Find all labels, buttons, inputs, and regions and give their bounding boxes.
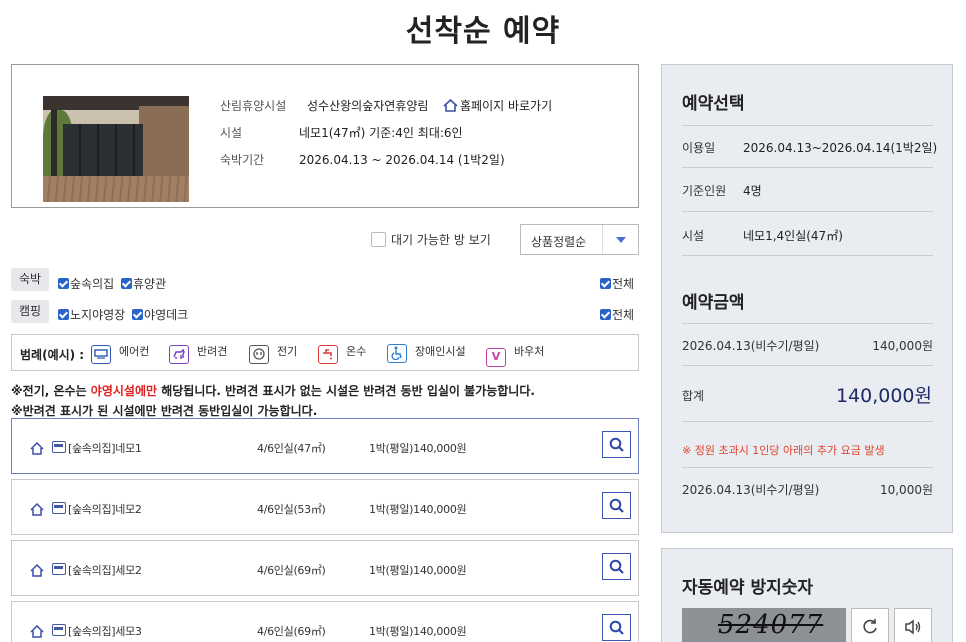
facility-info-box: 산림휴양시설 성수산왕의숲자연휴양림 홈페이지 바로가기 시설 네모1(47㎡)…: [11, 64, 639, 208]
checkbox-checked-icon[interactable]: [600, 309, 611, 320]
label-facility: 시설: [220, 126, 243, 140]
dog-icon: [169, 345, 189, 364]
speaker-icon: [905, 619, 921, 635]
waitlist-label: 대기 가능한 방 보기: [391, 233, 491, 247]
facility-value: 네모1(47㎡) 기준:4인 최대:6인: [299, 126, 463, 140]
home-icon: [30, 564, 44, 577]
plug-icon: [249, 345, 269, 364]
room-name: [숲속의집]네모1: [68, 442, 142, 455]
camp-option-field[interactable]: 노지야영장: [58, 308, 125, 322]
aircon-icon: [91, 345, 111, 364]
amount-title: 예약금액: [682, 293, 745, 313]
room-capacity: 4/6인실(47㎡): [257, 442, 326, 455]
search-icon: [609, 559, 624, 574]
search-icon: [609, 498, 624, 513]
home-icon: [443, 99, 458, 112]
camp-select-all[interactable]: 전체: [600, 306, 634, 323]
captcha-panel: 자동예약 방지숫자 524077: [661, 548, 953, 642]
waitlist-toggle[interactable]: 대기 가능한 방 보기: [371, 231, 491, 248]
stay-options: 숲속의집 휴양관: [58, 275, 169, 292]
checkbox-checked-icon[interactable]: [132, 309, 144, 320]
room-detail-button[interactable]: [602, 431, 631, 458]
room-detail-button[interactable]: [602, 614, 631, 641]
room-detail-button[interactable]: [602, 492, 631, 519]
sort-select[interactable]: 상품정렬순: [520, 224, 639, 255]
legend-item-plug: 전기: [249, 343, 297, 364]
legend-item-aircon: 에어컨: [91, 343, 149, 364]
chevron-down-icon: [616, 237, 626, 243]
captcha-audio-button[interactable]: [894, 608, 932, 642]
home-icon: [30, 625, 44, 638]
stay-select-all[interactable]: 전체: [600, 275, 634, 292]
sort-dropdown-button[interactable]: [602, 225, 638, 254]
reservation-summary-panel: 예약선택 이용일 2026.04.13~2026.04.14(1박2일) 기준인원…: [661, 64, 953, 533]
checkbox-checked-icon[interactable]: [121, 278, 132, 289]
camp-option-deck[interactable]: 야영데크: [132, 308, 188, 322]
room-row[interactable]: [숲속의집]네모2 4/6인실(53㎡) 1박(평일)140,000원: [11, 479, 639, 535]
summary-title: 예약선택: [682, 94, 745, 114]
stay-option-forest-house[interactable]: 숲속의집: [58, 277, 114, 291]
category-camp-tag: 캠핑: [11, 300, 49, 323]
room-capacity: 4/6인실(53㎡): [257, 503, 326, 516]
room-name: [숲속의집]세모2: [68, 564, 142, 577]
bed-icon: [52, 563, 66, 575]
room-detail-button[interactable]: [602, 553, 631, 580]
room-price: 1박(평일)140,000원: [369, 442, 467, 455]
waitlist-checkbox[interactable]: [371, 232, 386, 247]
legend-item-voucher: V 바우처: [486, 343, 544, 367]
captcha-refresh-button[interactable]: [851, 608, 889, 642]
room-capacity: 4/6인실(69㎡): [257, 625, 326, 638]
legend-item-dog: 반려견: [169, 343, 227, 364]
home-icon: [30, 442, 44, 455]
room-row[interactable]: [숲속의집]세모2 4/6인실(69㎡) 1박(평일)140,000원: [11, 540, 639, 596]
search-icon: [609, 437, 624, 452]
label-period: 숙박기간: [220, 153, 265, 167]
page-title: 선착순 예약: [405, 14, 561, 49]
refresh-icon: [863, 619, 877, 634]
checkbox-checked-icon[interactable]: [600, 278, 611, 289]
bed-icon: [52, 441, 66, 453]
room-row[interactable]: [숲속의집]네모1 4/6인실(47㎡) 1박(평일)140,000원: [11, 418, 639, 474]
forest-name: 성수산왕의숲자연휴양림: [307, 99, 429, 113]
bed-icon: [52, 502, 66, 514]
search-icon: [609, 620, 624, 635]
legend-item-accessible: 장애인시설: [387, 343, 466, 363]
category-stay-tag: 숙박: [11, 268, 49, 291]
total-amount: 140,000원: [835, 385, 932, 407]
homepage-link[interactable]: 홈페이지 바로가기: [443, 97, 552, 114]
label-forest: 산림휴양시설: [220, 99, 287, 113]
sort-select-value: 상품정렬순: [531, 235, 587, 249]
camp-options: 노지야영장 야영데크: [58, 306, 191, 323]
bed-icon: [52, 624, 66, 636]
voucher-icon: V: [486, 348, 506, 367]
captcha-code: 524077: [718, 610, 824, 640]
extra-fee-notice: ※ 정원 초과시 1인당 아래의 추가 요금 발생: [682, 444, 885, 457]
stay-option-lodge[interactable]: 휴양관: [121, 277, 166, 291]
room-name: [숲속의집]세모3: [68, 625, 142, 638]
legend-item-hotwater: 온수: [318, 343, 366, 364]
home-icon: [30, 503, 44, 516]
room-price: 1박(평일)140,000원: [369, 625, 467, 638]
captcha-title: 자동예약 방지숫자: [682, 578, 814, 598]
legend-title: 범례(예시) :: [20, 348, 85, 362]
room-name: [숲속의집]네모2: [68, 503, 142, 516]
checkbox-checked-icon[interactable]: [58, 278, 69, 289]
room-price: 1박(평일)140,000원: [369, 564, 467, 577]
captcha-image: 524077: [682, 608, 846, 642]
room-price: 1박(평일)140,000원: [369, 503, 467, 516]
period-value: 2026.04.13 ~ 2026.04.14 (1박2일): [299, 153, 505, 167]
room-row[interactable]: [숲속의집]세모3 4/6인실(69㎡) 1박(평일)140,000원: [11, 601, 639, 642]
facility-photo: [43, 96, 189, 202]
checkbox-checked-icon[interactable]: [58, 309, 69, 320]
notice-text: ※전기, 온수는 야영시설에만 해당됩니다. 반려견 표시가 없는 시설은 반려…: [11, 384, 535, 418]
legend-box: 범례(예시) : 에어컨 반려견 전기 온수 장애인시설 V 바우처: [11, 334, 639, 371]
faucet-icon: [318, 345, 338, 364]
room-capacity: 4/6인실(69㎡): [257, 564, 326, 577]
wheelchair-icon: [387, 344, 407, 363]
homepage-link-label: 홈페이지 바로가기: [460, 99, 553, 113]
